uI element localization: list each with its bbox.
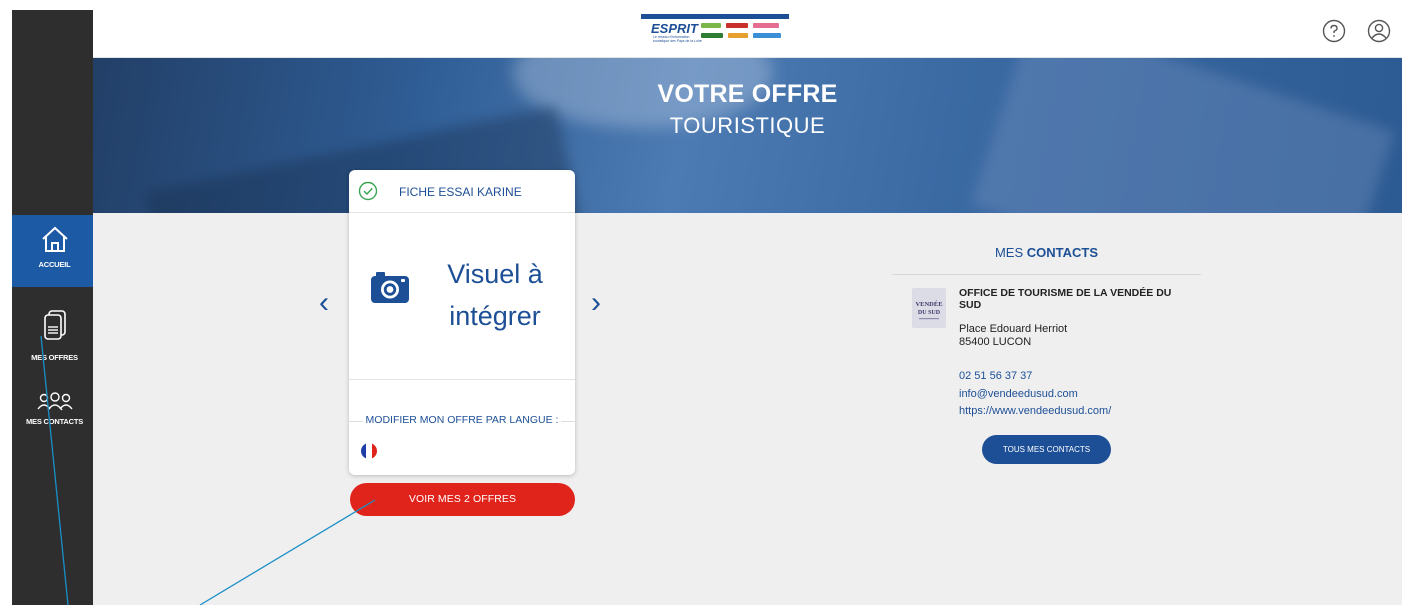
contacts-title-light: MES xyxy=(994,245,1024,260)
main-content xyxy=(93,213,1402,605)
check-circle-icon xyxy=(358,181,378,201)
sidebar-item-accueil[interactable]: ACCUEIL xyxy=(12,215,97,287)
offer-card[interactable]: FICHE ESSAI KARINE Visuel à intégrer MOD… xyxy=(349,170,575,475)
left-margin xyxy=(0,0,12,605)
help-icon[interactable] xyxy=(1322,19,1346,43)
app-window: ACCUEIL MES OFFRES MES CONTACTS ESPRIT L… xyxy=(0,0,1402,605)
vendee-sud-logo-icon: VENDÉE DU SUD xyxy=(915,300,943,320)
contact-address-line: 85400 LUCON xyxy=(959,336,1032,348)
logo-text: ESPRIT xyxy=(651,21,698,36)
offer-visual-placeholder[interactable]: Visuel à intégrer xyxy=(349,213,575,380)
users-icon xyxy=(36,392,73,411)
partner-logo xyxy=(728,33,748,38)
home-icon xyxy=(41,226,68,252)
contacts-title: MES CONTACTS xyxy=(892,245,1201,275)
contact-name: OFFICE DE TOURISME DE LA VENDÉE DU SUD xyxy=(959,287,1172,311)
documents-icon xyxy=(43,310,66,340)
partner-logo xyxy=(753,23,779,28)
svg-text:VENDÉE: VENDÉE xyxy=(915,300,942,308)
top-bar: ESPRIT Le réseau d'information touristiq… xyxy=(93,0,1402,58)
visual-placeholder-text: Visuel à intégrer xyxy=(425,253,565,337)
contact-address-line: Place Edouard Herriot xyxy=(959,323,1068,335)
hero-banner: VOTRE OFFRE TOURISTIQUE xyxy=(93,58,1402,213)
language-label-text: MODIFIER MON OFFRE PAR LANGUE : xyxy=(362,414,562,426)
all-contacts-button[interactable]: TOUS MES CONTACTS xyxy=(982,435,1111,464)
user-icon[interactable] xyxy=(1367,19,1391,43)
see-offers-button[interactable]: VOIR MES 2 OFFRES xyxy=(350,483,575,516)
contacts-panel: MES CONTACTS VENDÉE DU SUD OFFICE DE TOU… xyxy=(892,245,1201,464)
contacts-title-bold: CONTACTS xyxy=(1026,245,1099,260)
partner-logo xyxy=(701,23,721,28)
esprit-logo[interactable]: ESPRIT Le réseau d'information touristiq… xyxy=(641,14,789,46)
offer-title: FICHE ESSAI KARINE xyxy=(399,185,522,199)
contact-email[interactable]: info@vendeedusud.com xyxy=(959,388,1078,400)
sidebar-item-mes-offres[interactable]: MES OFFRES xyxy=(12,302,97,372)
carousel-next-button[interactable]: › xyxy=(591,288,601,318)
partner-logo xyxy=(701,33,723,38)
visual-text-line: Visuel à xyxy=(447,259,543,289)
logo-subtitle: Le réseau d'information touristique des … xyxy=(653,35,702,43)
hero-title: VOTRE OFFRE xyxy=(657,80,838,108)
contact-phone[interactable]: 02 51 56 37 37 xyxy=(959,370,1032,382)
partner-logo xyxy=(726,23,748,28)
carousel-prev-button[interactable]: ‹ xyxy=(319,288,329,318)
sidebar: ACCUEIL MES OFFRES MES CONTACTS xyxy=(12,10,97,605)
sidebar-item-label: MES CONTACTS xyxy=(25,417,84,426)
france-flag-icon[interactable] xyxy=(361,443,377,459)
svg-text:DU SUD: DU SUD xyxy=(918,310,941,316)
contact-website[interactable]: https://www.vendeedusud.com/ xyxy=(959,405,1111,417)
logo-bar xyxy=(641,14,789,19)
sidebar-item-mes-contacts[interactable]: MES CONTACTS xyxy=(12,392,97,442)
visual-text-line: intégrer xyxy=(449,301,541,331)
language-label: MODIFIER MON OFFRE PAR LANGUE : xyxy=(349,414,575,426)
offer-card-header: FICHE ESSAI KARINE xyxy=(349,170,575,213)
contact-logo: VENDÉE DU SUD xyxy=(912,288,946,328)
hero-subtitle: TOURISTIQUE xyxy=(669,113,826,138)
sidebar-item-label: ACCUEIL xyxy=(38,260,71,269)
partner-logo xyxy=(753,33,781,38)
sidebar-item-label: MES OFFRES xyxy=(31,353,78,362)
camera-icon xyxy=(371,272,409,303)
contact-address: Place Edouard Herriot 85400 LUCON xyxy=(959,323,1067,349)
